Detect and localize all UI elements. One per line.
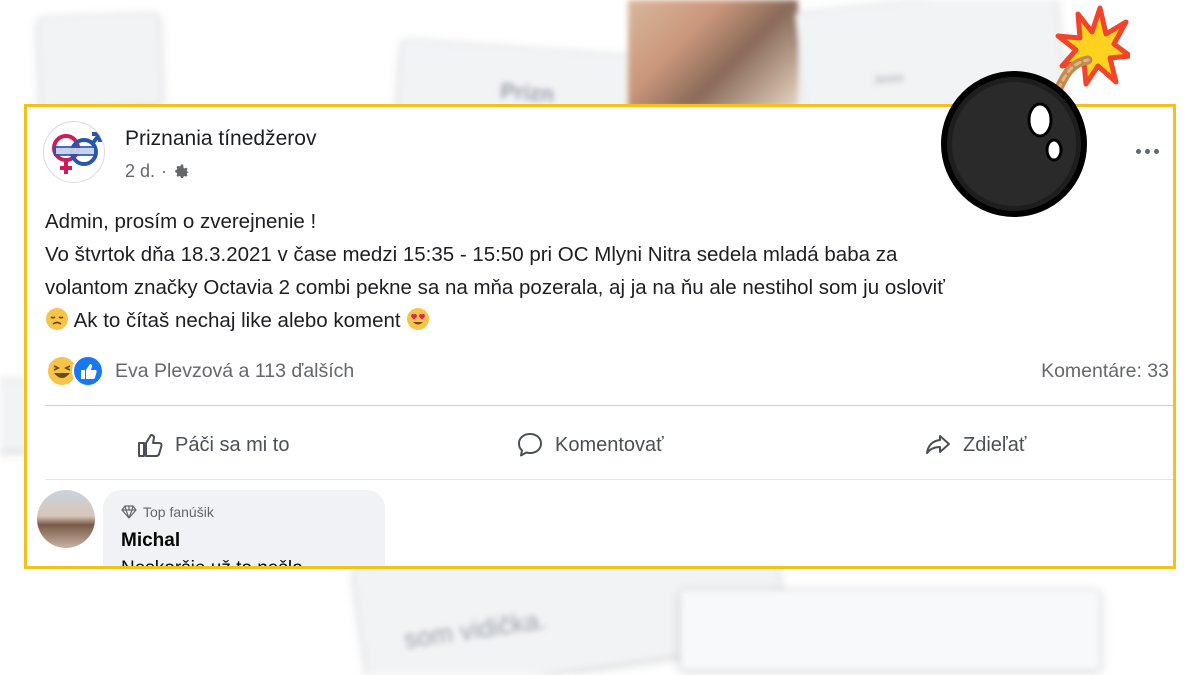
ellipsis-icon — [1153, 148, 1159, 154]
diamond-icon — [121, 505, 137, 519]
reaction-names[interactable]: Eva Plevzová a 113 ďalších — [115, 360, 354, 383]
disappointed-emoji-icon — [46, 308, 68, 330]
bomb-icon — [941, 5, 1130, 217]
thumbs-up-icon — [138, 434, 163, 457]
like-reaction-icon — [72, 355, 104, 387]
commenter-name[interactable]: Michal — [121, 530, 180, 552]
reactions-summary[interactable]: Eva Plevzová a 113 ďalších — [45, 354, 354, 388]
page-avatar[interactable] — [43, 121, 105, 183]
reaction-icons — [45, 354, 109, 388]
post-header: Priznania tínedžerov 2 d. · — [43, 121, 943, 183]
speech-bubble-icon — [518, 433, 542, 457]
top-fan-badge: Top fanúšik — [121, 504, 214, 520]
meta-separator: · — [161, 161, 168, 181]
comment-bubble: Top fanúšik Michal Neskoršie už to nešlo — [103, 490, 385, 569]
comment-label: Komentovať — [555, 433, 664, 456]
divider — [45, 405, 1173, 406]
like-button[interactable]: Páči sa mi to — [135, 425, 289, 465]
post-text-line: volantom značky Octavia 2 combi pekne sa… — [45, 276, 945, 299]
badge-label: Top fanúšik — [143, 504, 214, 520]
bg-text-fragment: Jesss — [872, 69, 905, 88]
bg-card-left — [38, 13, 162, 109]
post-meta: 2 d. · — [125, 161, 191, 182]
bg-card-bottom-right — [680, 590, 1100, 670]
gear-icon — [175, 164, 189, 178]
like-label: Páči sa mi to — [175, 433, 290, 456]
post-text-line: Vo štvrtok dňa 18.3.2021 v čase medzi 15… — [45, 243, 898, 266]
post-text-line-4: Ak to čítaš nechaj like alebo koment — [45, 304, 1173, 337]
share-button[interactable]: Zdieľať — [923, 425, 1026, 465]
post-actions: Páči sa mi to Komentovať Zdieľať — [27, 425, 1173, 465]
comment-text: Neskoršie už to nešlo — [121, 558, 303, 569]
page-logo-icon — [52, 132, 102, 174]
ellipsis-icon — [1135, 148, 1141, 154]
bg-text-fragment: som vidička. — [402, 604, 548, 655]
post-options-button[interactable] — [1129, 139, 1165, 163]
heart-eyes-emoji-icon — [407, 308, 430, 330]
bg-photo — [628, 0, 798, 108]
page-name[interactable]: Priznania tínedžerov — [125, 127, 316, 151]
divider — [45, 479, 1173, 480]
post-text-line: Ak to čítaš nechaj like alebo koment — [73, 309, 401, 332]
comments-count[interactable]: Komentáre: 33 — [1041, 360, 1169, 383]
comment-button[interactable]: Komentovať — [515, 425, 664, 465]
share-arrow-icon — [926, 435, 950, 454]
share-label: Zdieľať — [963, 433, 1027, 456]
commenter-avatar[interactable] — [37, 490, 95, 548]
ellipsis-icon — [1144, 148, 1150, 154]
post-time[interactable]: 2 d. — [125, 161, 155, 182]
comment-item: Top fanúšik Michal Neskoršie už to nešlo — [37, 490, 397, 569]
